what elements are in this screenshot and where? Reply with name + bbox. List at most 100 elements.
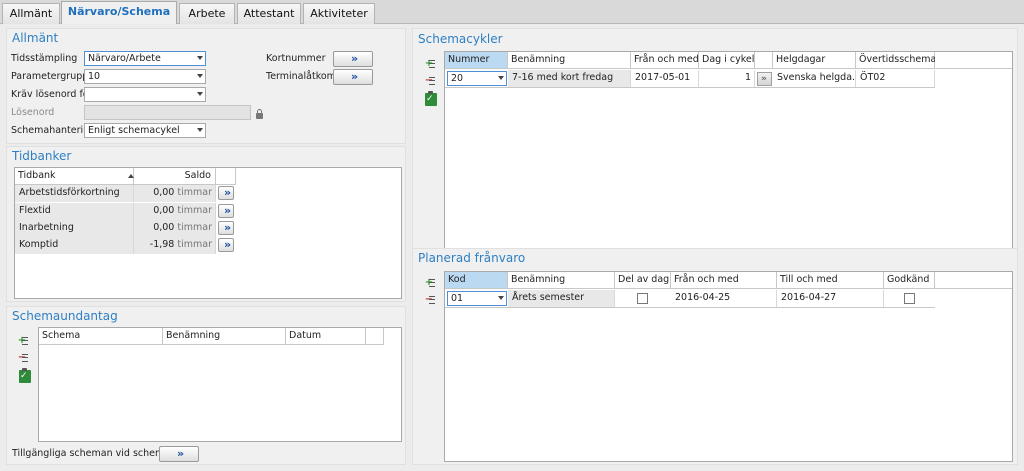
double-chevron-right-icon: » (176, 447, 184, 460)
tidbank-saldo: 0,00 timmar (134, 185, 216, 202)
schemacykel-fran[interactable]: 2017-05-01 (631, 70, 699, 87)
double-chevron-right-icon: » (223, 186, 231, 199)
franvaro-benamning: Årets semester (508, 290, 615, 307)
tab-allmant[interactable]: Allmänt (2, 3, 60, 24)
column-header-blank (366, 328, 384, 345)
tidbank-name: Komptid (15, 237, 134, 254)
krav-losenord-combo[interactable] (84, 87, 206, 102)
double-chevron-right-icon: » (350, 70, 358, 83)
parametergrupp-combo[interactable]: 10 (84, 69, 206, 84)
column-header-godkand[interactable]: Godkänd (884, 272, 935, 289)
chevron-down-icon (498, 296, 504, 300)
column-header-blank (755, 52, 773, 69)
planerad-franvaro-title: Planerad frånvaro (418, 251, 526, 265)
franvaro-fran[interactable]: 2016-04-25 (671, 290, 777, 307)
column-header-blank (216, 168, 236, 185)
kod-value: 01 (451, 293, 464, 304)
clipboard-check-icon[interactable] (19, 368, 31, 383)
tab-arbete[interactable]: Arbete (179, 3, 235, 24)
column-header-del-av-dag[interactable]: Del av dag (615, 272, 671, 289)
schemacykel-overtid[interactable]: ÖT02 (856, 70, 935, 87)
schemacykel-dag[interactable]: 1 (699, 70, 755, 87)
nummer-value: 20 (451, 73, 464, 84)
tidbank-open-button[interactable]: » (218, 238, 234, 252)
allmant-title: Allmänt (12, 31, 59, 45)
tab-narvaro-schema[interactable]: Närvaro/Schema (61, 1, 177, 25)
schemacykel-benamning: 7-16 med kort fredag (508, 70, 631, 87)
losenord-field (84, 105, 251, 120)
clipboard-check-icon[interactable] (425, 91, 437, 106)
tidbanker-grid: Tidbank Saldo Arbetstidsförkortning 0,00… (14, 167, 402, 299)
schemacykler-grid: Nummer Benämning Från och med Dag i cyke… (444, 51, 1013, 261)
tab-attestant[interactable]: Attestant (237, 3, 301, 24)
tidbank-name: Arbetstidsförkortning (15, 185, 134, 202)
parametergrupp-label: Parametergrupp (11, 71, 89, 82)
schemacykel-helgdagar[interactable]: Svenska helgda... (773, 70, 856, 87)
godkand-checkbox[interactable] (904, 293, 915, 304)
planerad-franvaro-panel: Planerad frånvaro + − Kod Benämning Del … (412, 248, 1018, 465)
tidbank-open-button[interactable]: » (218, 186, 234, 200)
tidbanker-panel: Tidbanker Tidbank Saldo Arbetstidsförkor… (6, 146, 406, 302)
add-row-icon[interactable]: + (15, 335, 29, 347)
row-divider (445, 307, 935, 308)
tidbank-open-button[interactable]: » (218, 221, 234, 235)
column-header-helgdagar[interactable]: Helgdagar (773, 52, 856, 69)
tillgangliga-scheman-button[interactable]: » (159, 446, 199, 462)
allmant-panel: Allmänt Tidsstämpling Närvaro/Arbete Par… (6, 28, 406, 144)
column-header-benamning[interactable]: Benämning (508, 52, 631, 69)
remove-row-icon[interactable]: − (422, 294, 436, 306)
column-header-fran-och-med[interactable]: Från och med (671, 272, 777, 289)
tidbanker-title: Tidbanker (12, 149, 72, 163)
tidbank-name: Inarbetning (15, 220, 134, 237)
column-header-benamning[interactable]: Benämning (508, 272, 615, 289)
parametergrupp-value: 10 (88, 71, 101, 82)
double-chevron-right-icon: » (350, 52, 358, 65)
kod-combo[interactable]: 01 (447, 291, 507, 306)
column-header-fran-och-med[interactable]: Från och med (631, 52, 699, 69)
column-header-overtidsschema[interactable]: Övertidsschema (856, 52, 936, 69)
tidsstampling-combo[interactable]: Närvaro/Arbete (84, 51, 206, 66)
column-header-filler (935, 52, 1012, 69)
schemahantering-combo[interactable]: Enligt schemacykel (84, 123, 206, 138)
column-header-filler (935, 272, 1012, 289)
add-row-icon[interactable]: + (422, 58, 436, 70)
tidbank-open-button[interactable]: » (218, 204, 234, 218)
column-header-dag-i-cykel[interactable]: Dag i cykel (699, 52, 755, 69)
schemaundantag-grid: Schema Benämning Datum (38, 327, 402, 442)
tab-content: Allmänt Tidsstämpling Närvaro/Arbete Par… (0, 24, 1024, 471)
double-chevron-right-icon: » (223, 221, 231, 234)
column-header-benamning[interactable]: Benämning (163, 328, 286, 345)
del-av-dag-checkbox[interactable] (637, 293, 648, 304)
column-header-saldo[interactable]: Saldo (134, 168, 216, 185)
kortnummer-label: Kortnummer (266, 53, 326, 64)
kortnummer-button[interactable]: » (333, 51, 373, 67)
terminalatkomst-button[interactable]: » (333, 69, 373, 85)
franvaro-till[interactable]: 2016-04-27 (777, 290, 884, 307)
double-chevron-right-icon: » (223, 204, 231, 217)
add-row-icon[interactable]: + (422, 277, 436, 289)
tidsstampling-label: Tidsstämpling (11, 53, 78, 64)
krav-losenord-label: Kräv lösenord för (11, 89, 93, 100)
chevron-down-icon (197, 74, 203, 78)
column-header-schema[interactable]: Schema (39, 328, 163, 345)
chevron-down-icon (197, 92, 203, 96)
remove-row-icon[interactable]: − (422, 75, 436, 87)
schemaundantag-panel: Schemaundantag + − Schema Benämning Datu… (6, 306, 406, 465)
tab-aktiviteter[interactable]: Aktiviteter (303, 3, 375, 24)
column-header-till-och-med[interactable]: Till och med (777, 272, 884, 289)
column-header-nummer[interactable]: Nummer (445, 52, 508, 69)
planerad-franvaro-grid: Kod Benämning Del av dag Från och med Ti… (444, 271, 1013, 462)
dag-i-cykel-button[interactable]: » (757, 72, 772, 86)
tidbank-saldo: 0,00 timmar (134, 203, 216, 220)
losenord-label: Lösenord (11, 107, 55, 118)
column-header-kod[interactable]: Kod (445, 272, 508, 289)
column-header-datum[interactable]: Datum (286, 328, 366, 345)
tidbank-saldo: 0,00 timmar (134, 220, 216, 237)
remove-row-icon[interactable]: − (15, 352, 29, 364)
row-divider (445, 87, 935, 88)
column-header-tidbank[interactable]: Tidbank (15, 168, 134, 185)
double-chevron-right-icon: » (223, 238, 231, 251)
schemacykler-title: Schemacykler (418, 32, 503, 46)
nummer-combo[interactable]: 20 (447, 71, 507, 86)
schemaundantag-title: Schemaundantag (12, 309, 118, 323)
